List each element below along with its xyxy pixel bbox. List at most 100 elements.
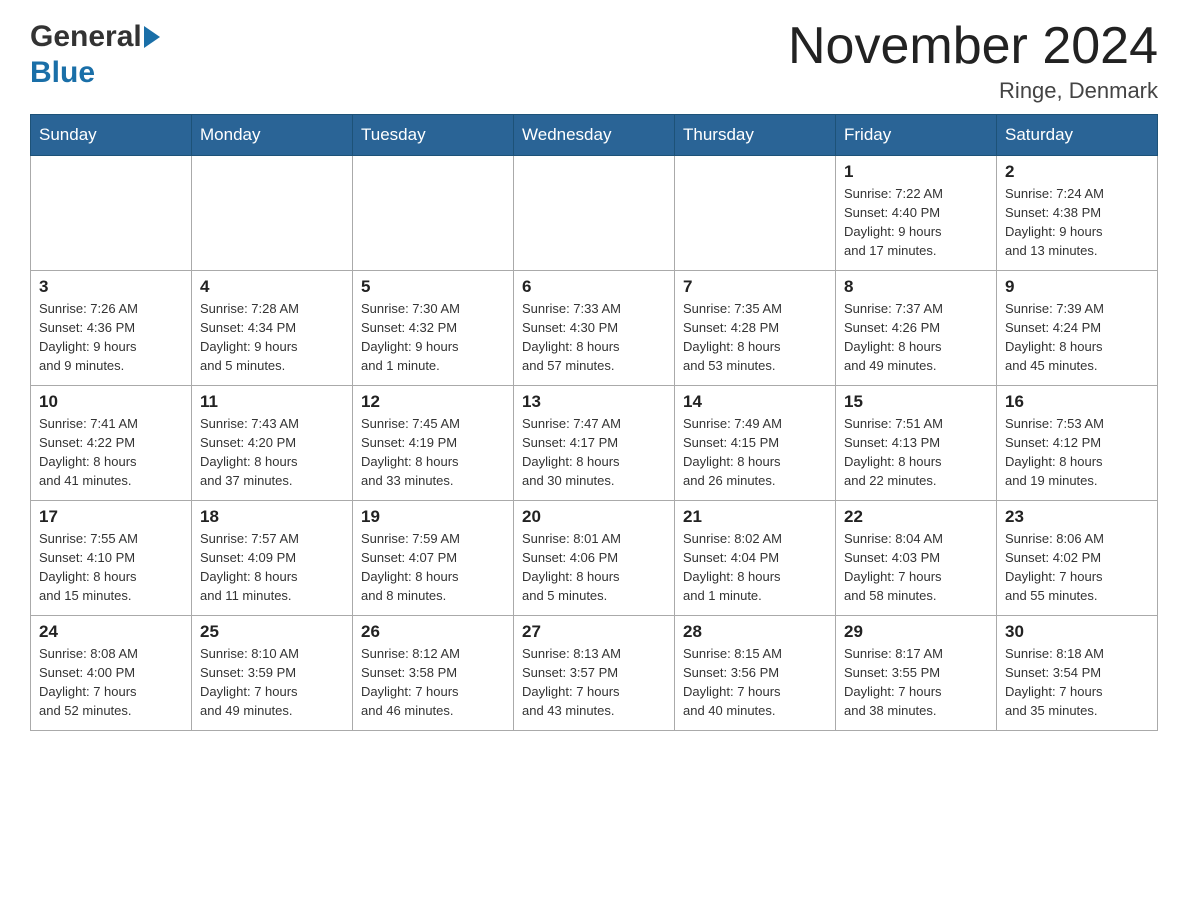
day-info: Sunrise: 8:02 AM Sunset: 4:04 PM Dayligh… — [683, 530, 827, 605]
day-info: Sunrise: 7:43 AM Sunset: 4:20 PM Dayligh… — [200, 415, 344, 490]
calendar-cell: 5 Sunrise: 7:30 AM Sunset: 4:32 PM Daylig… — [353, 271, 514, 386]
day-number: 23 — [1005, 507, 1149, 527]
day-number: 21 — [683, 507, 827, 527]
day-number: 11 — [200, 392, 344, 412]
day-number: 9 — [1005, 277, 1149, 297]
day-number: 29 — [844, 622, 988, 642]
day-info: Sunrise: 7:55 AM Sunset: 4:10 PM Dayligh… — [39, 530, 183, 605]
day-info: Sunrise: 7:49 AM Sunset: 4:15 PM Dayligh… — [683, 415, 827, 490]
week-row-5: 24 Sunrise: 8:08 AM Sunset: 4:00 PM Dayli… — [31, 616, 1158, 731]
calendar-cell: 22Sunrise: 8:04 AM Sunset: 4:03 PM Dayli… — [836, 501, 997, 616]
week-row-1: 1 Sunrise: 7:22 AM Sunset: 4:40 PM Daylig… — [31, 156, 1158, 271]
calendar-cell: 6Sunrise: 7:33 AM Sunset: 4:30 PM Daylig… — [514, 271, 675, 386]
day-info: Sunrise: 8:13 AM Sunset: 3:57 PM Dayligh… — [522, 645, 666, 720]
calendar-cell: 14 Sunrise: 7:49 AM Sunset: 4:15 PM Dayli… — [675, 386, 836, 501]
day-number: 16 — [1005, 392, 1149, 412]
day-number: 24 — [39, 622, 183, 642]
day-number: 1 — [844, 162, 988, 182]
day-number: 10 — [39, 392, 183, 412]
calendar-cell: 9Sunrise: 7:39 AM Sunset: 4:24 PM Daylig… — [997, 271, 1158, 386]
calendar-cell: 8 Sunrise: 7:37 AM Sunset: 4:26 PM Daylig… — [836, 271, 997, 386]
logo: General Blue — [30, 20, 160, 90]
weekday-header-wednesday: Wednesday — [514, 115, 675, 156]
calendar-cell: 21 Sunrise: 8:02 AM Sunset: 4:04 PM Dayli… — [675, 501, 836, 616]
day-number: 2 — [1005, 162, 1149, 182]
day-number: 25 — [200, 622, 344, 642]
weekday-header-row: SundayMondayTuesdayWednesdayThursdayFrid… — [31, 115, 1158, 156]
calendar-cell: 18 Sunrise: 7:57 AM Sunset: 4:09 PM Dayli… — [192, 501, 353, 616]
week-row-2: 3 Sunrise: 7:26 AM Sunset: 4:36 PM Daylig… — [31, 271, 1158, 386]
day-number: 3 — [39, 277, 183, 297]
day-info: Sunrise: 8:08 AM Sunset: 4:00 PM Dayligh… — [39, 645, 183, 720]
logo-blue-text: Blue — [30, 56, 95, 89]
day-info: Sunrise: 8:15 AM Sunset: 3:56 PM Dayligh… — [683, 645, 827, 720]
calendar-cell: 25 Sunrise: 8:10 AM Sunset: 3:59 PM Dayli… — [192, 616, 353, 731]
calendar-cell — [31, 156, 192, 271]
day-number: 7 — [683, 277, 827, 297]
day-info: Sunrise: 7:45 AM Sunset: 4:19 PM Dayligh… — [361, 415, 505, 490]
day-number: 15 — [844, 392, 988, 412]
day-info: Sunrise: 7:26 AM Sunset: 4:36 PM Dayligh… — [39, 300, 183, 375]
calendar-cell: 23Sunrise: 8:06 AM Sunset: 4:02 PM Dayli… — [997, 501, 1158, 616]
day-info: Sunrise: 8:17 AM Sunset: 3:55 PM Dayligh… — [844, 645, 988, 720]
day-info: Sunrise: 7:47 AM Sunset: 4:17 PM Dayligh… — [522, 415, 666, 490]
day-info: Sunrise: 7:37 AM Sunset: 4:26 PM Dayligh… — [844, 300, 988, 375]
calendar-cell: 1 Sunrise: 7:22 AM Sunset: 4:40 PM Daylig… — [836, 156, 997, 271]
week-row-4: 17 Sunrise: 7:55 AM Sunset: 4:10 PM Dayli… — [31, 501, 1158, 616]
calendar-cell: 10 Sunrise: 7:41 AM Sunset: 4:22 PM Dayli… — [31, 386, 192, 501]
day-info: Sunrise: 7:51 AM Sunset: 4:13 PM Dayligh… — [844, 415, 988, 490]
calendar-cell — [675, 156, 836, 271]
day-number: 8 — [844, 277, 988, 297]
weekday-header-saturday: Saturday — [997, 115, 1158, 156]
calendar-cell: 12 Sunrise: 7:45 AM Sunset: 4:19 PM Dayli… — [353, 386, 514, 501]
calendar-cell: 27Sunrise: 8:13 AM Sunset: 3:57 PM Dayli… — [514, 616, 675, 731]
calendar-cell: 16 Sunrise: 7:53 AM Sunset: 4:12 PM Dayli… — [997, 386, 1158, 501]
location-text: Ringe, Denmark — [788, 78, 1158, 104]
day-info: Sunrise: 7:24 AM Sunset: 4:38 PM Dayligh… — [1005, 185, 1149, 260]
calendar-cell: 7Sunrise: 7:35 AM Sunset: 4:28 PM Daylig… — [675, 271, 836, 386]
day-info: Sunrise: 7:30 AM Sunset: 4:32 PM Dayligh… — [361, 300, 505, 375]
calendar-cell — [514, 156, 675, 271]
calendar-cell: 30 Sunrise: 8:18 AM Sunset: 3:54 PM Dayli… — [997, 616, 1158, 731]
day-number: 28 — [683, 622, 827, 642]
day-number: 13 — [522, 392, 666, 412]
calendar-cell: 11 Sunrise: 7:43 AM Sunset: 4:20 PM Dayli… — [192, 386, 353, 501]
day-number: 12 — [361, 392, 505, 412]
calendar-cell: 4Sunrise: 7:28 AM Sunset: 4:34 PM Daylig… — [192, 271, 353, 386]
weekday-header-tuesday: Tuesday — [353, 115, 514, 156]
page-header: General Blue November 2024 Ringe, Denmar… — [30, 20, 1158, 104]
logo-arrow-icon — [144, 26, 160, 48]
calendar-cell — [192, 156, 353, 271]
calendar-cell: 29 Sunrise: 8:17 AM Sunset: 3:55 PM Dayli… — [836, 616, 997, 731]
day-number: 4 — [200, 277, 344, 297]
day-info: Sunrise: 7:22 AM Sunset: 4:40 PM Dayligh… — [844, 185, 988, 260]
calendar-cell: 3 Sunrise: 7:26 AM Sunset: 4:36 PM Daylig… — [31, 271, 192, 386]
weekday-header-friday: Friday — [836, 115, 997, 156]
day-info: Sunrise: 7:57 AM Sunset: 4:09 PM Dayligh… — [200, 530, 344, 605]
day-number: 18 — [200, 507, 344, 527]
day-info: Sunrise: 7:41 AM Sunset: 4:22 PM Dayligh… — [39, 415, 183, 490]
day-number: 19 — [361, 507, 505, 527]
day-number: 17 — [39, 507, 183, 527]
calendar-cell: 24 Sunrise: 8:08 AM Sunset: 4:00 PM Dayli… — [31, 616, 192, 731]
weekday-header-sunday: Sunday — [31, 115, 192, 156]
weekday-header-monday: Monday — [192, 115, 353, 156]
day-info: Sunrise: 8:10 AM Sunset: 3:59 PM Dayligh… — [200, 645, 344, 720]
day-number: 5 — [361, 277, 505, 297]
day-info: Sunrise: 7:59 AM Sunset: 4:07 PM Dayligh… — [361, 530, 505, 605]
day-number: 30 — [1005, 622, 1149, 642]
day-number: 22 — [844, 507, 988, 527]
day-info: Sunrise: 8:12 AM Sunset: 3:58 PM Dayligh… — [361, 645, 505, 720]
day-number: 20 — [522, 507, 666, 527]
calendar-cell: 17 Sunrise: 7:55 AM Sunset: 4:10 PM Dayli… — [31, 501, 192, 616]
day-info: Sunrise: 8:18 AM Sunset: 3:54 PM Dayligh… — [1005, 645, 1149, 720]
title-section: November 2024 Ringe, Denmark — [788, 20, 1158, 104]
calendar-cell: 26 Sunrise: 8:12 AM Sunset: 3:58 PM Dayli… — [353, 616, 514, 731]
day-info: Sunrise: 7:53 AM Sunset: 4:12 PM Dayligh… — [1005, 415, 1149, 490]
day-number: 14 — [683, 392, 827, 412]
weekday-header-thursday: Thursday — [675, 115, 836, 156]
day-number: 26 — [361, 622, 505, 642]
calendar-cell: 2 Sunrise: 7:24 AM Sunset: 4:38 PM Daylig… — [997, 156, 1158, 271]
week-row-3: 10 Sunrise: 7:41 AM Sunset: 4:22 PM Dayli… — [31, 386, 1158, 501]
calendar-cell: 28 Sunrise: 8:15 AM Sunset: 3:56 PM Dayli… — [675, 616, 836, 731]
